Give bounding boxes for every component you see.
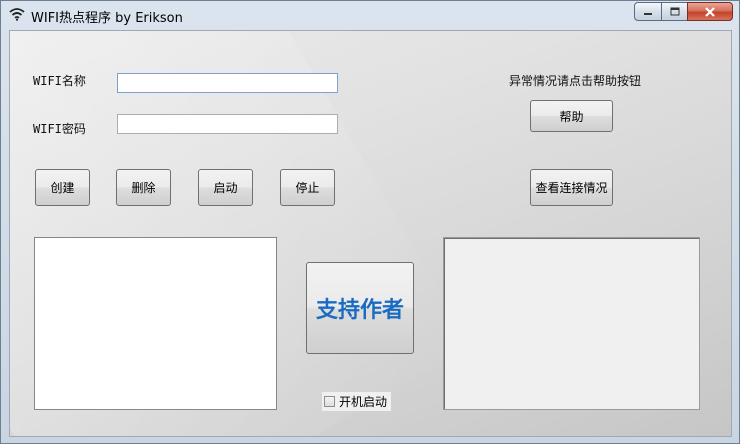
maximize-icon xyxy=(670,7,679,16)
wifi-icon xyxy=(9,8,25,21)
help-hint-text: 异常情况请点击帮助按钮 xyxy=(509,74,642,88)
main-window: WIFI热点程序 by Erikson WIFI名称 WIFI密码 异常情况请点… xyxy=(0,0,740,444)
view-connections-button[interactable]: 查看连接情况 xyxy=(530,169,613,206)
autostart-option[interactable]: 开机启动 xyxy=(322,392,392,411)
window-controls xyxy=(634,2,733,21)
client-area: WIFI名称 WIFI密码 异常情况请点击帮助按钮 帮助 创建 删除 启动 停止… xyxy=(9,30,732,437)
title-bar[interactable]: WIFI热点程序 by Erikson xyxy=(1,1,740,29)
start-button[interactable]: 启动 xyxy=(198,169,253,206)
close-button[interactable] xyxy=(687,2,733,21)
support-author-button[interactable]: 支持作者 xyxy=(306,262,414,354)
ssid-label: WIFI名称 xyxy=(33,74,86,88)
minimize-button[interactable] xyxy=(634,2,661,21)
password-input[interactable] xyxy=(117,114,338,134)
stop-button[interactable]: 停止 xyxy=(280,169,335,206)
create-button[interactable]: 创建 xyxy=(35,169,90,206)
close-icon xyxy=(705,6,715,17)
autostart-label: 开机启动 xyxy=(339,395,388,409)
window-title: WIFI热点程序 by Erikson xyxy=(31,11,183,26)
log-listbox[interactable] xyxy=(34,237,277,410)
autostart-checkbox[interactable] xyxy=(324,396,335,407)
minimize-icon xyxy=(644,12,652,15)
connections-panel[interactable] xyxy=(443,237,700,410)
help-button[interactable]: 帮助 xyxy=(530,100,613,132)
maximize-button[interactable] xyxy=(661,2,687,21)
delete-button[interactable]: 删除 xyxy=(116,169,171,206)
ssid-input[interactable] xyxy=(117,73,338,93)
password-label: WIFI密码 xyxy=(33,122,86,136)
